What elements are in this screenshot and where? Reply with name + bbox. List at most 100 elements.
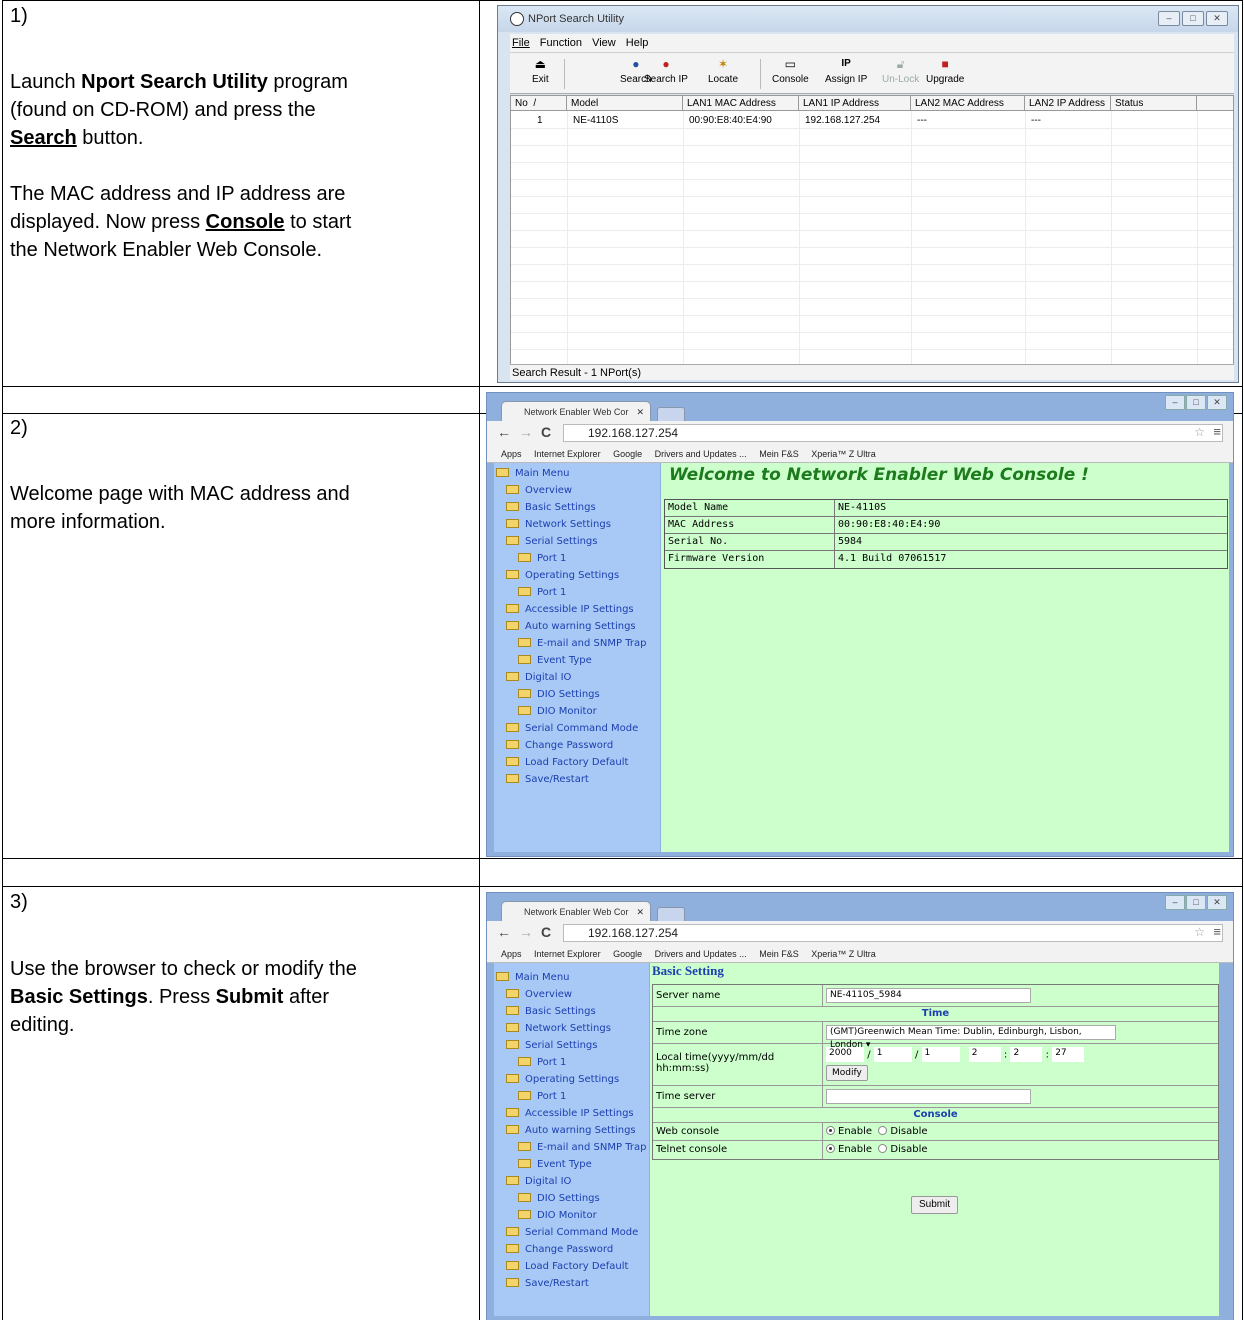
menu-dio-monitor[interactable]: DIO Monitor [496,1207,646,1224]
menu-load-factory-default[interactable]: Load Factory Default [496,754,646,771]
modify-button[interactable]: Modify [826,1065,868,1081]
telnet-enable-radio[interactable] [826,1144,835,1153]
star-icon[interactable]: ☆ [1194,925,1205,939]
menu-dio-monitor[interactable]: DIO Monitor [496,703,646,720]
col-lan2-ip[interactable]: LAN2 IP Address [1025,96,1111,111]
browser-tab[interactable]: Network Enabler Web Cor ✕ [501,901,651,922]
new-tab-button[interactable] [657,907,685,922]
reload-icon[interactable]: C [541,424,551,440]
minimize-icon[interactable]: – [1158,11,1180,26]
cell-ip[interactable]: 192.168.127.254 [801,114,880,127]
exit-button[interactable]: ⏏ Exit [532,57,549,93]
year-input[interactable]: 2000 [826,1047,864,1062]
assign-ip-button[interactable]: IP Assign IP [825,57,867,93]
bookmark-drivers[interactable]: Drivers and Updates ... [655,449,747,459]
time-server-input[interactable] [826,1088,1031,1104]
menu-network-settings[interactable]: Network Settings [496,1020,646,1037]
star-icon[interactable]: ☆ [1194,425,1205,439]
menu-event-type[interactable]: Event Type [496,1156,646,1173]
minute-input[interactable]: 2 [1010,1047,1043,1062]
menu-accessible-ip[interactable]: Accessible IP Settings [496,601,646,618]
menu-view[interactable]: View [592,37,616,49]
tab-close-icon[interactable]: ✕ [636,402,644,422]
bookmark-xperia[interactable]: Xperia™ Z Ultra [811,449,876,459]
menu-change-password[interactable]: Change Password [496,737,646,754]
cell-model[interactable]: NE-4110S [569,114,618,127]
hour-input[interactable]: 2 [968,1047,1001,1062]
bookmark-apps[interactable]: Apps [501,949,522,959]
bookmark-drivers[interactable]: Drivers and Updates ... [655,949,747,959]
menu-icon[interactable]: ≡ [1213,924,1221,939]
close-icon[interactable]: ✕ [1207,395,1227,410]
maximize-icon[interactable]: □ [1186,895,1206,910]
telnet-disable-radio[interactable] [878,1144,888,1153]
close-icon[interactable]: ✕ [1206,11,1228,26]
col-lan1-mac[interactable]: LAN1 MAC Address [683,96,799,111]
new-tab-button[interactable] [657,407,685,422]
col-status[interactable]: Status [1111,96,1197,111]
menu-network-settings[interactable]: Network Settings [496,516,646,533]
tab-close-icon[interactable]: ✕ [636,902,644,922]
back-icon[interactable]: ← [497,424,511,440]
menu-event-type[interactable]: Event Type [496,652,646,669]
menu-root[interactable]: Main Menu [496,465,646,482]
bookmark-xperia[interactable]: Xperia™ Z Ultra [811,949,876,959]
menu-digital-io[interactable]: Digital IO [496,669,646,686]
col-no[interactable]: No / [511,96,567,111]
cell-lan2-ip[interactable]: --- [1027,114,1041,127]
menu-icon[interactable]: ≡ [1213,424,1221,439]
web-enable-radio[interactable] [826,1126,835,1135]
menu-serial-command-mode[interactable]: Serial Command Mode [496,720,646,737]
menu-function[interactable]: Function [540,37,582,49]
menu-dio-settings[interactable]: DIO Settings [496,686,646,703]
minimize-icon[interactable]: – [1165,395,1185,410]
minimize-icon[interactable]: – [1165,895,1185,910]
menu-operating-port-1[interactable]: Port 1 [496,584,646,601]
menu-save-restart[interactable]: Save/Restart [496,771,646,788]
second-input[interactable]: 27 [1052,1047,1085,1062]
back-icon[interactable]: ← [497,924,511,940]
bookmark-google[interactable]: Google [613,949,642,959]
address-bar[interactable]: 192.168.127.254 [563,924,1223,942]
time-zone-select[interactable]: (GMT)Greenwich Mean Time: Dublin, Edinbu… [826,1024,1116,1050]
address-bar[interactable]: 192.168.127.254 [563,424,1223,442]
maximize-icon[interactable]: □ [1182,11,1204,26]
menu-operating-settings[interactable]: Operating Settings [496,567,646,584]
month-input[interactable]: 1 [873,1047,912,1062]
col-model[interactable]: Model [567,96,683,111]
menu-overview[interactable]: Overview [496,482,646,499]
menu-file[interactable]: File [512,37,530,49]
menu-serial-command-mode[interactable]: Serial Command Mode [496,1224,646,1241]
unlock-button[interactable]: 🔓︎ Un-Lock [882,57,919,93]
menu-load-factory-default[interactable]: Load Factory Default [496,1258,646,1275]
upgrade-button[interactable]: ■ Upgrade [926,57,964,93]
menu-operating-port-1[interactable]: Port 1 [496,1088,646,1105]
menu-accessible-ip[interactable]: Accessible IP Settings [496,1105,646,1122]
submit-button[interactable]: Submit [911,1196,959,1214]
menu-email-snmp[interactable]: E-mail and SNMP Trap [496,635,646,652]
cell-no[interactable]: 1 [533,114,543,127]
bookmark-ie[interactable]: Internet Explorer [534,449,601,459]
bookmark-ie[interactable]: Internet Explorer [534,949,601,959]
menu-basic-settings[interactable]: Basic Settings [496,499,646,516]
server-name-input[interactable]: NE-4110S_5984 [826,987,1031,1003]
col-lan1-ip[interactable]: LAN1 IP Address [799,96,911,111]
col-lan2-mac[interactable]: LAN2 MAC Address [911,96,1025,111]
cell-lan2-mac[interactable]: --- [913,114,927,127]
menu-digital-io[interactable]: Digital IO [496,1173,646,1190]
search-ip-button[interactable]: ● Search IP [644,57,688,93]
bookmark-apps[interactable]: Apps [501,449,522,459]
locate-button[interactable]: ✶ Locate [708,57,738,93]
menu-email-snmp[interactable]: E-mail and SNMP Trap [496,1139,646,1156]
menu-basic-settings[interactable]: Basic Settings [496,1003,646,1020]
menu-root[interactable]: Main Menu [496,969,646,986]
menu-save-restart[interactable]: Save/Restart [496,1275,646,1292]
console-button[interactable]: ▭ Console [772,57,809,93]
menu-help[interactable]: Help [626,37,649,49]
menu-serial-settings[interactable]: Serial Settings [496,1037,646,1054]
web-disable-radio[interactable] [878,1126,888,1135]
forward-icon[interactable]: → [519,424,533,440]
menu-auto-warning[interactable]: Auto warning Settings [496,618,646,635]
menu-overview[interactable]: Overview [496,986,646,1003]
bookmark-mein-fs[interactable]: Mein F&S [759,449,799,459]
